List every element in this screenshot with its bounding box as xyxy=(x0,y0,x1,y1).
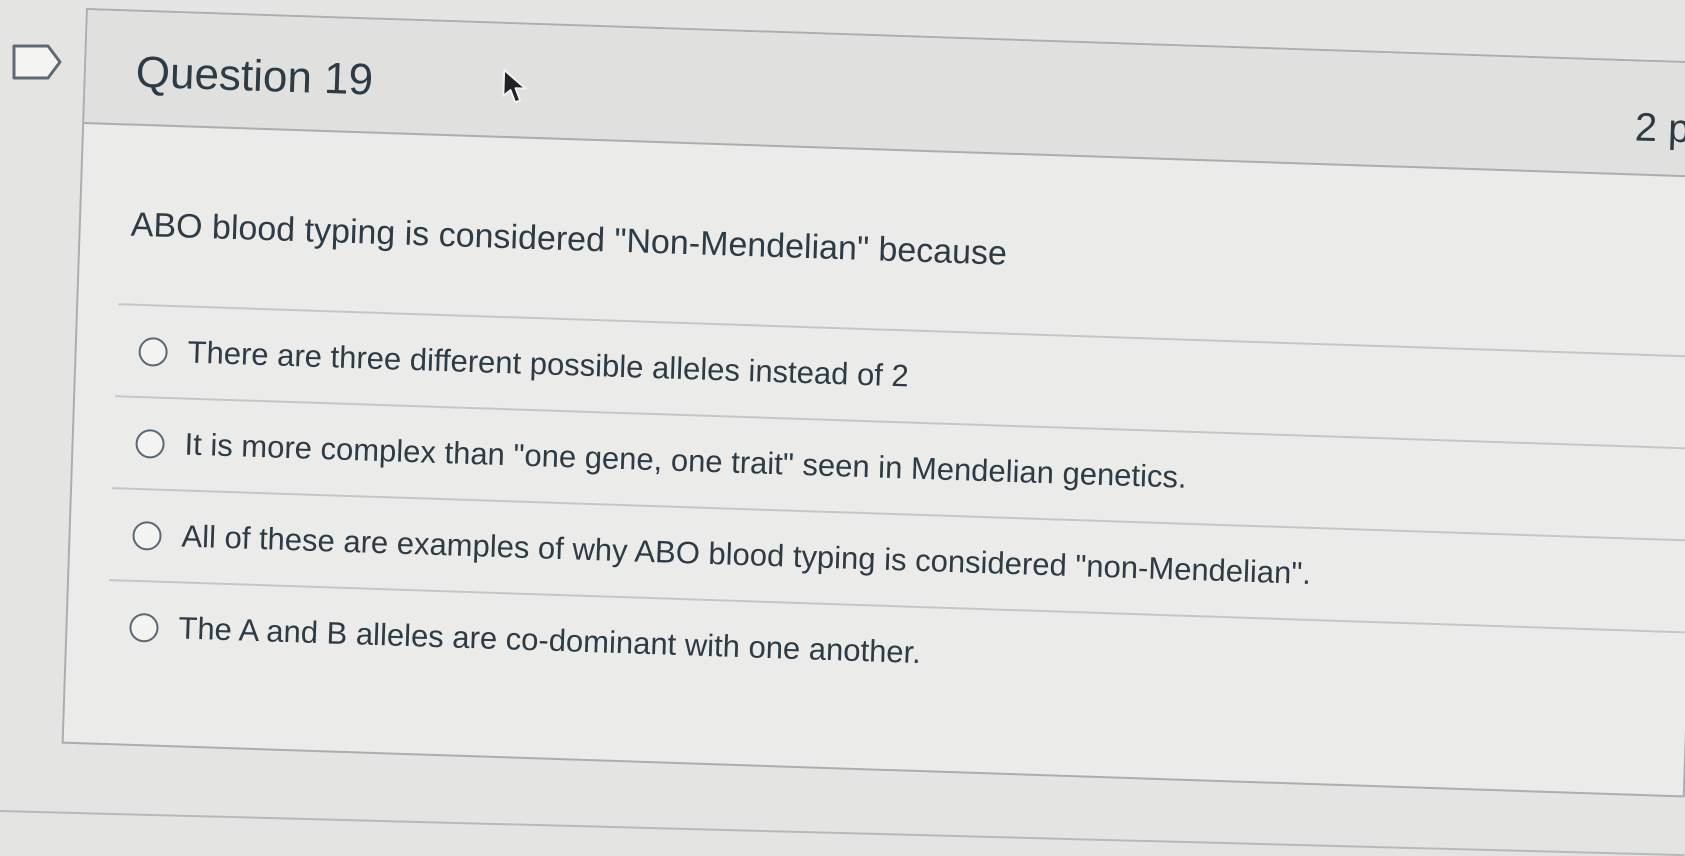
answer-list: There are three different possible allel… xyxy=(106,303,1685,724)
question-card: Question 19 2 p ABO blood typing is cons… xyxy=(61,8,1685,798)
radio-button[interactable] xyxy=(135,428,166,459)
answer-label: The A and B alleles are co-dominant with… xyxy=(177,610,922,671)
question-title: Question 19 xyxy=(135,47,374,105)
points-value: 2 p xyxy=(1634,105,1685,152)
answer-label: All of these are examples of why ABO blo… xyxy=(180,518,1312,591)
answer-label: There are three different possible allel… xyxy=(187,334,910,394)
question-header: Question 19 2 p xyxy=(84,10,1685,178)
answer-label: It is more complex than "one gene, one t… xyxy=(184,426,1188,495)
page-divider xyxy=(0,810,1685,856)
question-text: ABO blood typing is considered "Non-Mend… xyxy=(130,205,1008,273)
radio-button[interactable] xyxy=(132,520,163,551)
radio-button[interactable] xyxy=(129,612,159,643)
mouse-pointer-icon xyxy=(502,68,527,104)
radio-button[interactable] xyxy=(138,336,169,367)
flag-question-icon[interactable] xyxy=(12,44,62,80)
